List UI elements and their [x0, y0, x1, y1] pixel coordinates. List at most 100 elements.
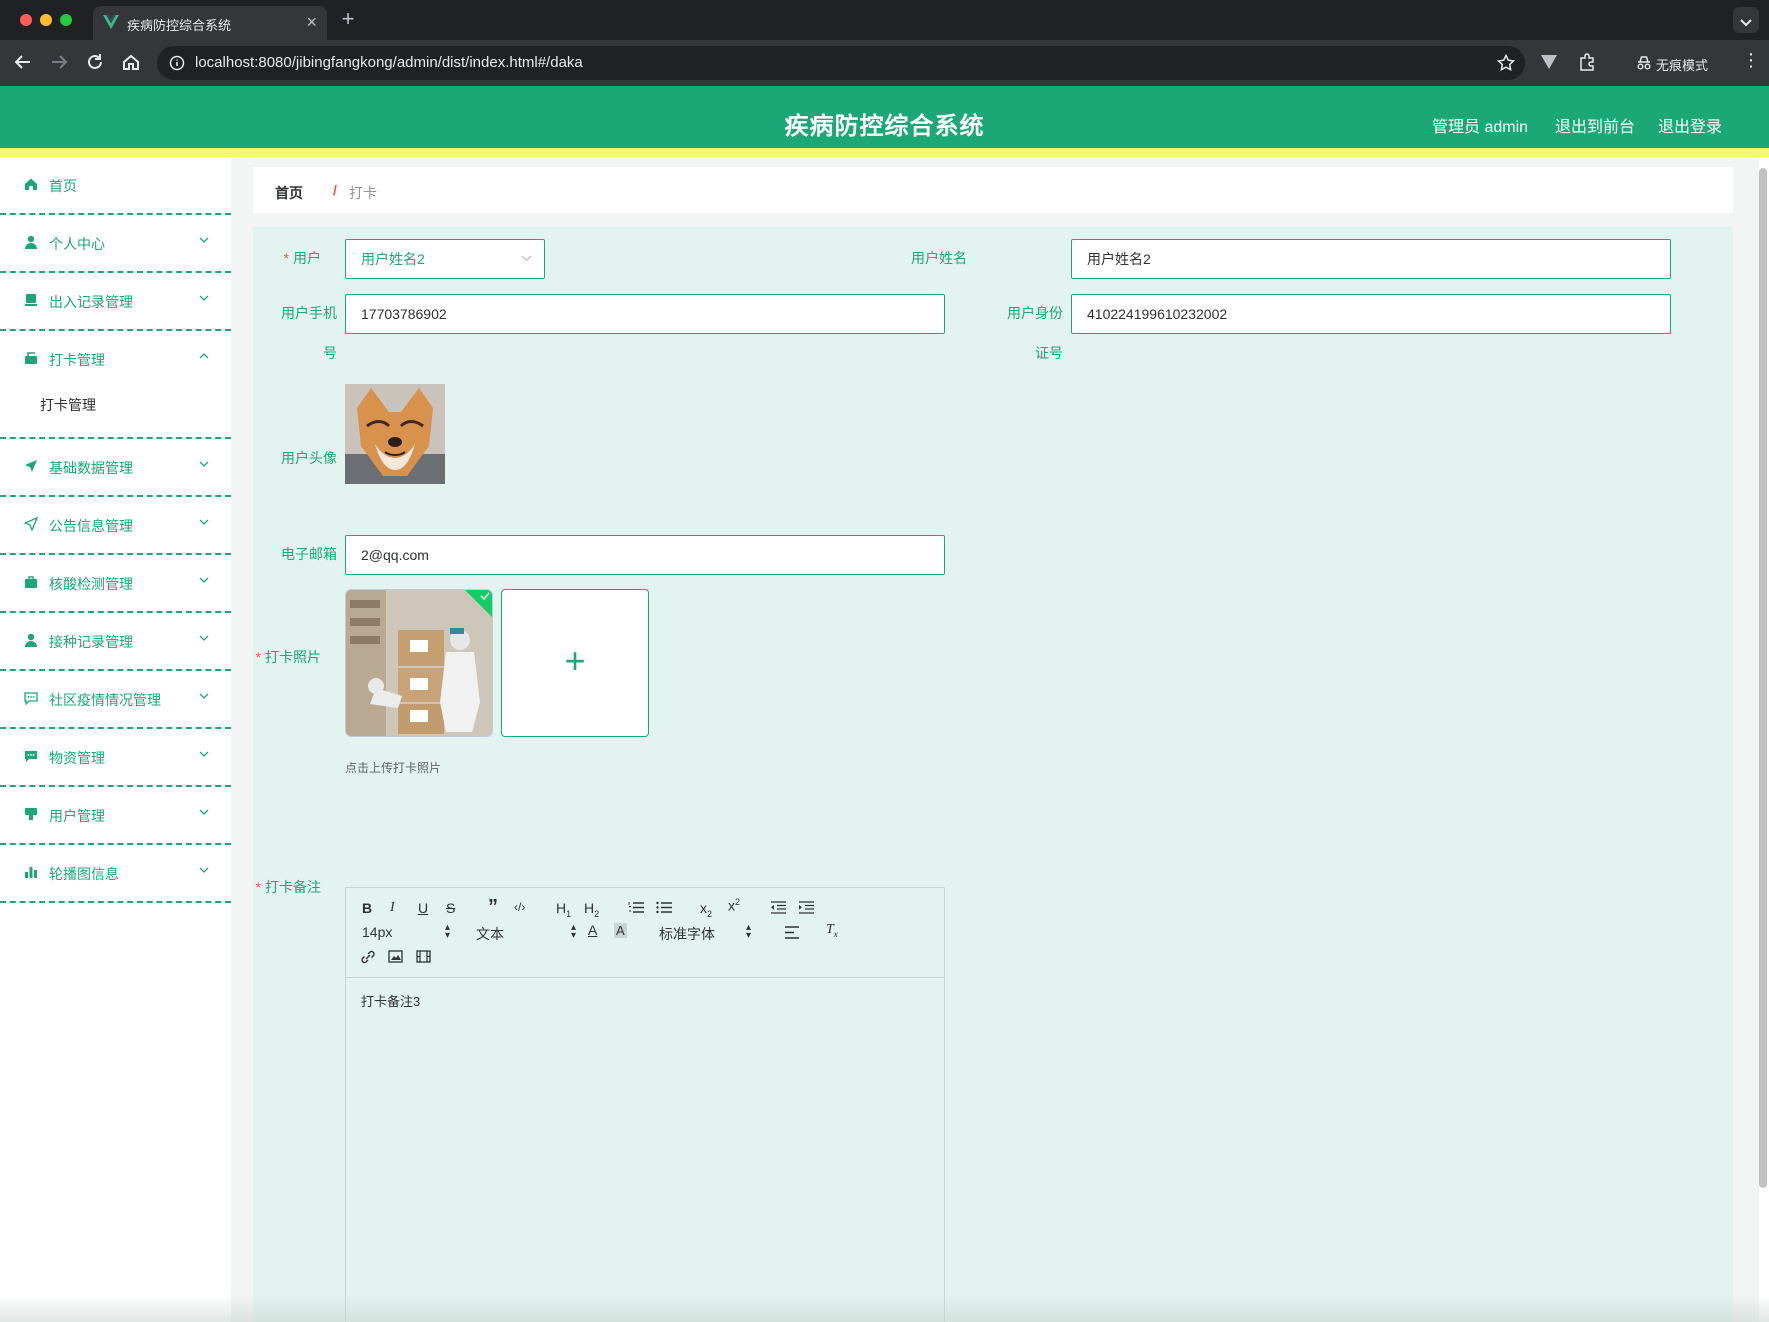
- photo-label: * 打卡照片: [255, 649, 321, 665]
- ordered-list-icon[interactable]: [628, 901, 644, 914]
- forward-arrow-icon[interactable]: [50, 53, 68, 71]
- briefcase-icon: [24, 575, 38, 589]
- sidebar-item-basic-data[interactable]: 基础数据管理: [0, 439, 231, 497]
- extensions-puzzle-icon[interactable]: [1578, 53, 1596, 71]
- outdent-icon[interactable]: [770, 901, 786, 914]
- user-avatar-image[interactable]: [345, 384, 445, 484]
- bookmark-star-icon[interactable]: [1497, 54, 1515, 72]
- close-tab-icon[interactable]: ×: [306, 12, 317, 33]
- punch-form: * 用户 用户姓名2 用户姓名 用户姓名2 用户手机号 17703786902 用…: [253, 227, 1733, 1322]
- bottom-shadow: [0, 1294, 1769, 1322]
- sidebar-item-punch-management[interactable]: 打卡管理: [0, 331, 231, 381]
- chevron-down-icon: [1740, 19, 1752, 27]
- tab-search-button[interactable]: [1733, 7, 1759, 33]
- background-color-icon[interactable]: A: [614, 923, 627, 938]
- maximize-window-button[interactable]: [60, 14, 72, 26]
- sidebar-item-nucleic-test[interactable]: 核酸检测管理: [0, 555, 231, 613]
- message-icon: [24, 749, 38, 763]
- minimize-window-button[interactable]: [40, 14, 52, 26]
- breadcrumb-current: 打卡: [349, 185, 377, 201]
- idcard-label: 用户身份 证号: [1007, 305, 1063, 361]
- username-field[interactable]: 用户姓名2: [1071, 239, 1671, 279]
- sidebar-item-notice[interactable]: 公告信息管理: [0, 497, 231, 555]
- sidebar-item-community-epidemic[interactable]: 社区疫情情况管理: [0, 671, 231, 729]
- avatar-label: 用户头像: [281, 450, 337, 466]
- sidebar-item-access-records[interactable]: 出入记录管理: [0, 273, 231, 331]
- main-content: 首页 / 打卡 * 用户 用户姓名2 用户姓名 用户姓名2 用户手机号 17703…: [231, 157, 1759, 1322]
- sidebar-item-home[interactable]: 首页: [0, 157, 231, 215]
- browser-tabbar: 疾病防控综合系统 × +: [0, 0, 1769, 40]
- indent-icon[interactable]: [798, 901, 814, 914]
- vuetools-extension-icon[interactable]: [1540, 53, 1558, 71]
- header1-icon[interactable]: H1: [556, 900, 571, 919]
- user-select-label: * 用户: [283, 250, 321, 266]
- user-select[interactable]: 用户姓名2: [345, 239, 545, 279]
- font-size-select[interactable]: 14px ▴ ▾: [362, 923, 462, 941]
- browser-tab[interactable]: 疾病防控综合系统 ×: [93, 6, 327, 40]
- sidebar-item-user-management[interactable]: 用户管理: [0, 787, 231, 845]
- header-accent-strip: [0, 148, 1769, 157]
- new-tab-button[interactable]: +: [336, 6, 360, 32]
- home-browser-icon[interactable]: [122, 53, 140, 71]
- check-icon: [480, 592, 490, 600]
- punch-icon: [24, 351, 38, 365]
- editor-content[interactable]: 打卡备注3: [361, 991, 420, 1010]
- email-field[interactable]: 2@qq.com: [345, 535, 945, 575]
- email-label: 电子邮箱: [281, 546, 337, 562]
- bullet-list-icon[interactable]: [656, 901, 672, 914]
- phone-field[interactable]: 17703786902: [345, 294, 945, 334]
- home-icon: [24, 177, 38, 191]
- superscript-icon[interactable]: x2: [728, 897, 740, 914]
- close-window-button[interactable]: [20, 14, 32, 26]
- align-icon[interactable]: [784, 926, 800, 939]
- sidebar-item-personal-center[interactable]: 个人中心: [0, 215, 231, 273]
- chevron-down-icon: [199, 867, 209, 873]
- logout-link[interactable]: 退出登录: [1658, 113, 1722, 137]
- font-color-icon[interactable]: A: [588, 922, 597, 938]
- breadcrumb-home[interactable]: 首页: [275, 183, 303, 203]
- italic-icon[interactable]: I: [390, 900, 395, 916]
- address-bar[interactable]: localhost:8080/jibingfangkong/admin/dist…: [157, 46, 1525, 80]
- page-scrollbar[interactable]: [1759, 168, 1767, 1188]
- submenu-item-punch-management[interactable]: 打卡管理: [0, 381, 231, 439]
- rich-text-editor[interactable]: B I U S ” ‹/› H1 H2 x2 x2 14px ▴ ▾ 文本 ▴ ▾ A …: [345, 887, 945, 1322]
- reload-icon[interactable]: [86, 53, 104, 71]
- back-arrow-icon[interactable]: [14, 53, 32, 71]
- underline-icon[interactable]: U: [418, 900, 428, 916]
- browser-menu-icon[interactable]: ⋮: [1742, 50, 1760, 71]
- clear-format-icon[interactable]: Tx: [826, 922, 838, 939]
- idcard-field[interactable]: 410224199610232002: [1071, 294, 1671, 334]
- upload-photo-button[interactable]: +: [501, 589, 649, 737]
- chevron-up-icon: [199, 353, 209, 359]
- image-icon[interactable]: [388, 950, 403, 963]
- incognito-indicator[interactable]: 无痕模式: [1622, 49, 1722, 77]
- strike-icon[interactable]: S: [446, 900, 455, 916]
- site-info-icon[interactable]: [169, 55, 185, 71]
- link-icon[interactable]: [360, 950, 376, 964]
- sidebar-item-carousel[interactable]: 轮播图信息: [0, 845, 231, 903]
- exit-to-front-link[interactable]: 退出到前台: [1555, 113, 1635, 137]
- punch-photo-thumbnail[interactable]: [345, 589, 493, 737]
- text-type-select[interactable]: 文本 ▴ ▾: [476, 923, 576, 944]
- sidebar-item-vaccination[interactable]: 接种记录管理: [0, 613, 231, 671]
- bold-icon[interactable]: B: [362, 900, 372, 916]
- chevron-down-icon: [521, 255, 532, 262]
- sidebar-item-supplies[interactable]: 物资管理: [0, 729, 231, 787]
- subscript-icon[interactable]: x2: [700, 900, 712, 919]
- browser-toolbar: localhost:8080/jibingfangkong/admin/dist…: [0, 40, 1769, 86]
- sidebar-menu: 首页 个人中心 出入记录管理 打卡管理 打卡管理 基础数据管理 公告信息管理 核…: [0, 157, 231, 1322]
- stamp-icon: [24, 807, 38, 821]
- code-block-icon[interactable]: ‹/›: [514, 900, 525, 914]
- blockquote-icon[interactable]: ”: [488, 896, 498, 919]
- video-icon[interactable]: [416, 950, 431, 963]
- breadcrumb: 首页 / 打卡: [253, 167, 1733, 213]
- incognito-icon: [1636, 56, 1652, 70]
- header2-icon[interactable]: H2: [584, 900, 599, 919]
- chevron-down-icon: [199, 577, 209, 583]
- font-family-select[interactable]: 标准字体 ▴ ▾: [659, 923, 751, 944]
- chevron-down-icon: [199, 751, 209, 757]
- chevron-down-icon: [199, 635, 209, 641]
- vue-logo-icon: [103, 15, 119, 29]
- chevron-down-icon: [199, 237, 209, 243]
- chevron-down-icon: [199, 295, 209, 301]
